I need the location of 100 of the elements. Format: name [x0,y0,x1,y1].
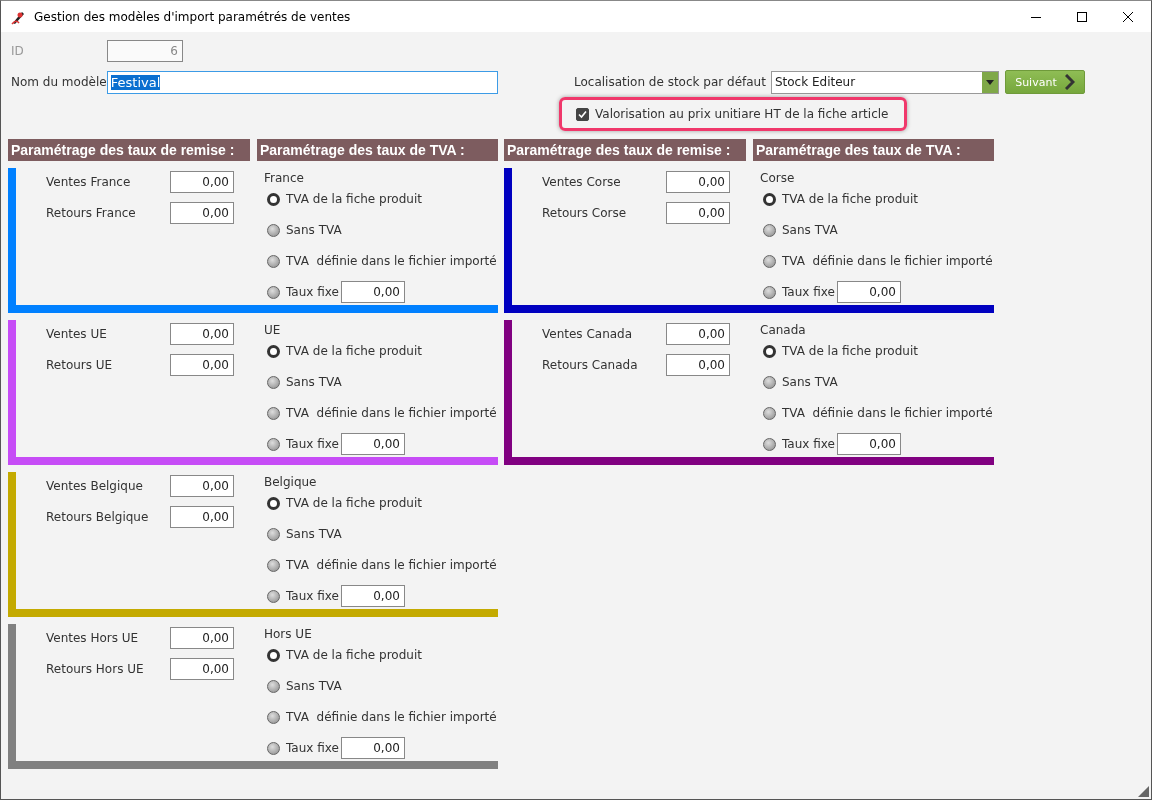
rate-field[interactable]: 0,00 [170,171,234,193]
radio-label: TVA définie dans le fichier importé [286,406,497,420]
rate-label: Ventes UE [46,327,108,341]
radio-button[interactable] [267,254,280,268]
radio-label: Taux fixe [286,437,339,451]
radio-label: Taux fixe [782,285,835,299]
radio-label: Taux fixe [286,285,339,299]
rate-field[interactable]: 0,00 [666,171,730,193]
radio-button[interactable] [763,344,776,358]
radio-button[interactable] [763,254,776,268]
radio-label: TVA définie dans le fichier importé [286,710,497,724]
window-title: Gestion des modèles d'import paramétrés de ventes [34,9,352,24]
radio-label: TVA définie dans le fichier importé [286,558,497,572]
radio-button[interactable] [763,192,776,206]
radio-label: Sans TVA [286,679,342,693]
rate-field[interactable]: 0,00 [666,323,730,345]
section-header: Paramétrage des taux de remise : [8,139,250,161]
rate-label: Retours Hors UE [46,662,145,676]
radio-button[interactable] [763,406,776,420]
radio-label: Taux fixe [782,437,835,451]
checkbox[interactable] [576,107,589,121]
rate-field[interactable]: 0,00 [170,627,234,649]
radio-button[interactable] [763,285,776,299]
checkbox-label: Valorisation au prix unitiare HT de la fiche article [595,107,889,121]
rate-label: Retours Canada [542,358,639,372]
section-header: Paramétrage des taux de TVA : [257,139,498,161]
rate-field[interactable]: 0,00 [170,323,234,345]
radio-label: Sans TVA [782,375,838,389]
radio-button[interactable] [267,437,280,451]
radio-button[interactable] [267,496,280,510]
rate-label: Retours UE [46,358,114,372]
radio-button[interactable] [267,344,280,358]
radio-button[interactable] [267,558,280,572]
radio-button[interactable] [267,375,280,389]
section-header: Paramétrage des taux de remise : [504,139,746,161]
stock-location-dropdown[interactable]: Stock Editeur [770,70,999,94]
vat-group-title: Corse [760,170,796,187]
radio-label: Sans TVA [286,527,342,541]
chevron-right-icon [1064,74,1075,90]
fixed-rate-field[interactable]: 0,00 [340,281,405,303]
rate-field[interactable]: 0,00 [170,506,234,528]
vat-group-title: Canada [760,322,807,339]
dropdown-caret-icon [985,79,994,85]
name-field[interactable]: Festival [106,70,498,94]
rate-label: Ventes Canada [542,327,634,341]
fixed-rate-field[interactable]: 0,00 [836,433,901,455]
vat-group-title: UE [264,322,282,339]
radio-button[interactable] [267,710,280,724]
rate-label: Retours Belgique [46,510,150,524]
name-label: Nom du modèle [10,75,107,89]
radio-button[interactable] [763,375,776,389]
radio-label: Taux fixe [286,741,339,755]
rate-field[interactable]: 0,00 [170,475,234,497]
rate-label: Retours Corse [542,206,628,220]
fixed-rate-field[interactable]: 0,00 [836,281,901,303]
rate-field[interactable]: 0,00 [666,202,730,224]
stock-location-label: Localisation de stock par défaut [574,75,766,89]
radio-label: Sans TVA [286,223,342,237]
fixed-rate-field[interactable]: 0,00 [340,585,405,607]
rate-field[interactable]: 0,00 [170,354,234,376]
rate-label: Ventes Belgique [46,479,144,493]
radio-button[interactable] [267,527,280,541]
vat-group-title: Hors UE [264,626,313,643]
radio-label: Sans TVA [782,223,838,237]
maximize-icon [1077,11,1087,22]
radio-label: TVA définie dans le fichier importé [782,254,993,268]
section-header: Paramétrage des taux de TVA : [753,139,994,161]
rate-label: Ventes France [46,175,132,189]
rate-label: Ventes Corse [542,175,622,189]
radio-button[interactable] [763,223,776,237]
radio-button[interactable] [267,589,280,603]
radio-label: TVA de la fiche produit [286,648,422,662]
fixed-rate-field[interactable]: 0,00 [340,737,405,759]
radio-label: TVA de la fiche produit [286,344,422,358]
radio-label: TVA de la fiche produit [286,496,422,510]
radio-button[interactable] [267,406,280,420]
radio-label: Sans TVA [286,375,342,389]
radio-label: TVA de la fiche produit [782,344,918,358]
radio-button[interactable] [763,437,776,451]
rate-label: Retours France [46,206,137,220]
radio-button[interactable] [267,285,280,299]
radio-label: TVA de la fiche produit [286,192,422,206]
rate-field[interactable]: 0,00 [666,354,730,376]
radio-button[interactable] [267,679,280,693]
close-icon [1123,11,1133,22]
fixed-rate-field[interactable]: 0,00 [340,433,405,455]
rate-field[interactable]: 0,00 [170,202,234,224]
radio-button[interactable] [267,648,280,662]
radio-button[interactable] [267,223,280,237]
radio-label: TVA de la fiche produit [782,192,918,206]
vat-group-title: France [264,170,305,187]
radio-button[interactable] [267,192,280,206]
resize-grip-icon[interactable] [1138,786,1149,797]
radio-button[interactable] [267,741,280,755]
rate-label: Ventes Hors UE [46,631,140,645]
radio-label: TVA définie dans le fichier importé [286,254,497,268]
vat-group-title: Belgique [264,474,318,491]
rate-field[interactable]: 0,00 [170,658,234,680]
id-label: ID [10,44,25,58]
radio-label: Taux fixe [286,589,339,603]
